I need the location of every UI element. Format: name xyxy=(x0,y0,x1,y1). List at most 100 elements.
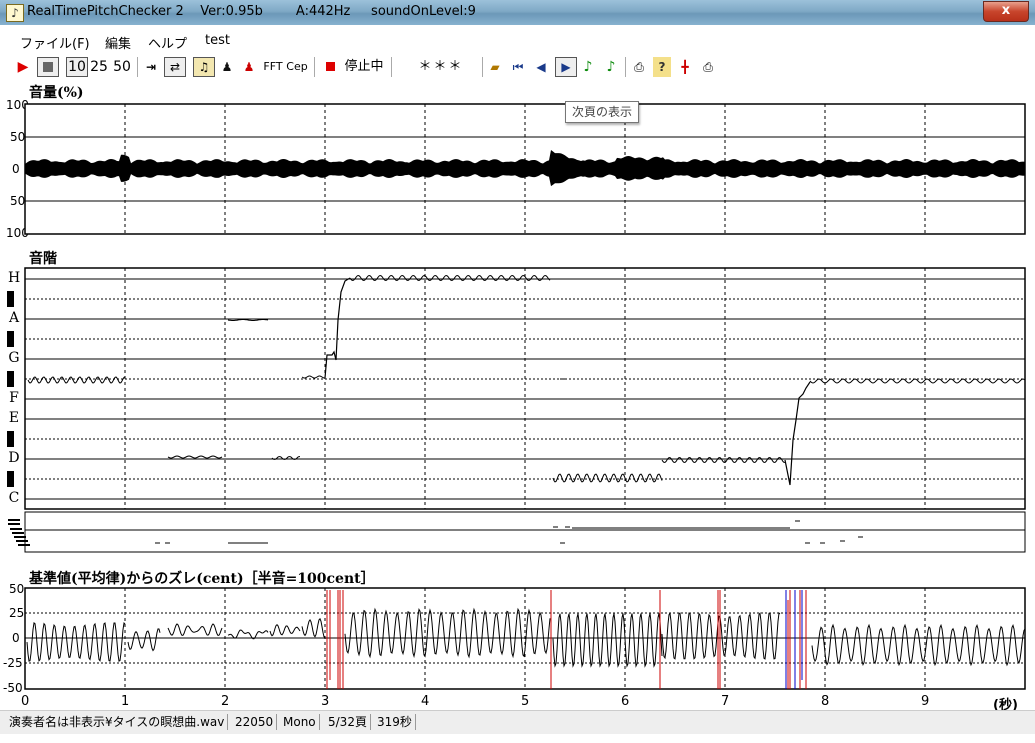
x-tick: 7 xyxy=(721,694,730,709)
note-label-d: D xyxy=(8,450,20,466)
cent-tick: -50 xyxy=(3,681,23,695)
note-label-g: G xyxy=(8,350,20,366)
deviation-trace xyxy=(344,607,551,659)
note-green-icon[interactable]: ♪ xyxy=(579,57,597,77)
title-bar[interactable]: ♪ RealTimePitchChecker 2 Ver:0.95b A:442… xyxy=(0,0,1035,25)
note-green-2-icon[interactable]: ♪ xyxy=(602,57,620,77)
status-page: 5/32頁 xyxy=(325,714,371,730)
black-key xyxy=(7,371,14,387)
deviation-trace xyxy=(552,613,663,668)
x-tick: 4 xyxy=(421,694,430,709)
pitch-trace xyxy=(809,378,1026,384)
x-tick: 5 xyxy=(521,694,530,709)
record-stop-icon[interactable] xyxy=(322,57,338,77)
jump-end-icon[interactable]: ⇥ xyxy=(142,57,160,77)
note-label-c: C xyxy=(8,490,20,506)
pitch-trace xyxy=(349,274,551,282)
strip-marker xyxy=(18,544,30,546)
toolbar-separator xyxy=(625,57,626,77)
deviation-trace xyxy=(301,617,326,638)
deviation-trace xyxy=(127,628,161,652)
strip-marker xyxy=(16,540,28,542)
menu-edit[interactable]: 編集 xyxy=(105,33,131,52)
violin-icon[interactable]: ♫ xyxy=(193,57,215,77)
print-icon[interactable]: ⎙ xyxy=(630,57,648,77)
scale-panel-title: 音階 xyxy=(29,251,57,267)
deviation-trace xyxy=(167,623,223,636)
toolbar-separator xyxy=(137,57,138,77)
note-label-e: E xyxy=(8,410,20,426)
strip-marker xyxy=(12,532,24,534)
volume-waveform xyxy=(25,150,1025,187)
pitch-trace xyxy=(301,375,325,379)
stop-button[interactable] xyxy=(37,57,59,77)
black-key xyxy=(7,471,14,487)
strip-marker xyxy=(8,523,20,525)
person-icon[interactable]: ♟ xyxy=(218,57,236,77)
status-duration: 319秒 xyxy=(374,714,416,730)
pitch-trace xyxy=(167,455,223,459)
toolbar-separator xyxy=(482,57,483,77)
scale-plot-frame xyxy=(24,267,1026,510)
pitch-trace xyxy=(324,277,351,379)
deviation-trace xyxy=(661,612,781,660)
note-label-a: A xyxy=(8,310,20,326)
play-icon[interactable]: ▶ xyxy=(14,57,32,77)
status-bar: 演奏者名は非表示¥タイスの瞑想曲.wav 22050 Mono 5/32頁 31… xyxy=(0,710,1035,734)
strip-frame xyxy=(24,511,1026,553)
prev-page-icon[interactable]: ◀ xyxy=(532,57,550,77)
menu-test[interactable]: test xyxy=(205,33,230,48)
pitch-trace xyxy=(271,456,300,460)
deviation-trace xyxy=(269,623,301,637)
black-key xyxy=(7,291,14,307)
menu-help[interactable]: ヘルプ xyxy=(148,33,187,52)
cent-tick: 50 xyxy=(9,582,25,596)
open-folder-icon[interactable]: ▰ xyxy=(486,57,504,77)
x-tick: 0 xyxy=(21,694,30,709)
cent-tick: -25 xyxy=(3,656,23,670)
first-page-icon[interactable]: ⏮ xyxy=(509,57,527,77)
plot-area xyxy=(8,103,1026,690)
status-sample-rate: 22050 xyxy=(232,714,278,730)
cep-button[interactable]: Cep xyxy=(286,57,308,77)
strip-marker xyxy=(8,519,20,521)
app-window: ♪ RealTimePitchChecker 2 Ver:0.95b A:442… xyxy=(0,0,1035,743)
help-icon[interactable]: ? xyxy=(653,57,671,77)
black-key xyxy=(7,331,14,347)
x-tick: 9 xyxy=(921,694,930,709)
printer-icon[interactable]: ⎙ xyxy=(699,57,717,77)
deviation-trace xyxy=(227,629,269,640)
next-page-tooltip: 次頁の表示 xyxy=(565,101,639,123)
pitch-indicator: ＊＊＊ xyxy=(418,59,464,74)
pitch-trace xyxy=(552,473,663,483)
app-icon[interactable]: ♪ xyxy=(6,4,24,22)
note-label-f: F xyxy=(9,390,19,406)
cent-tick: 0 xyxy=(12,631,20,645)
marker-icon[interactable]: ╋ xyxy=(676,57,694,77)
window-title: RealTimePitchChecker 2 Ver:0.95b A:442Hz… xyxy=(27,4,476,19)
status-channels: Mono xyxy=(280,714,320,730)
deviation-panel-title: 基準値(平均律)からのズレ(cent)［半音=100cent］ xyxy=(29,571,375,587)
pitch-trace xyxy=(227,319,269,321)
black-key xyxy=(7,431,14,447)
volume-tick: 100 xyxy=(6,226,29,240)
loop-icon[interactable]: ⇄ xyxy=(164,57,186,77)
close-button[interactable]: x xyxy=(983,1,1029,22)
fft-button[interactable]: FFT xyxy=(262,57,284,77)
pitch-trace xyxy=(27,376,126,384)
pitch-trace xyxy=(784,381,811,486)
speed-50-button[interactable]: 50 xyxy=(112,57,132,77)
x-tick: 3 xyxy=(321,694,330,709)
stop-icon xyxy=(43,62,53,72)
speed-10-button[interactable]: 10 xyxy=(66,57,88,77)
speed-25-button[interactable]: 25 xyxy=(89,57,109,77)
deviation-trace xyxy=(26,621,126,662)
x-tick: 2 xyxy=(221,694,230,709)
menu-bar: ファイル(F) 編集 ヘルプ test xyxy=(0,29,1035,53)
menu-file[interactable]: ファイル(F) xyxy=(20,33,90,52)
next-page-button[interactable]: ▶ xyxy=(555,57,577,77)
volume-tick: 50 xyxy=(10,194,26,208)
toolbar-separator xyxy=(391,57,392,77)
person-red-icon[interactable]: ♟ xyxy=(240,57,258,77)
deviation-plot-frame xyxy=(24,587,1026,690)
